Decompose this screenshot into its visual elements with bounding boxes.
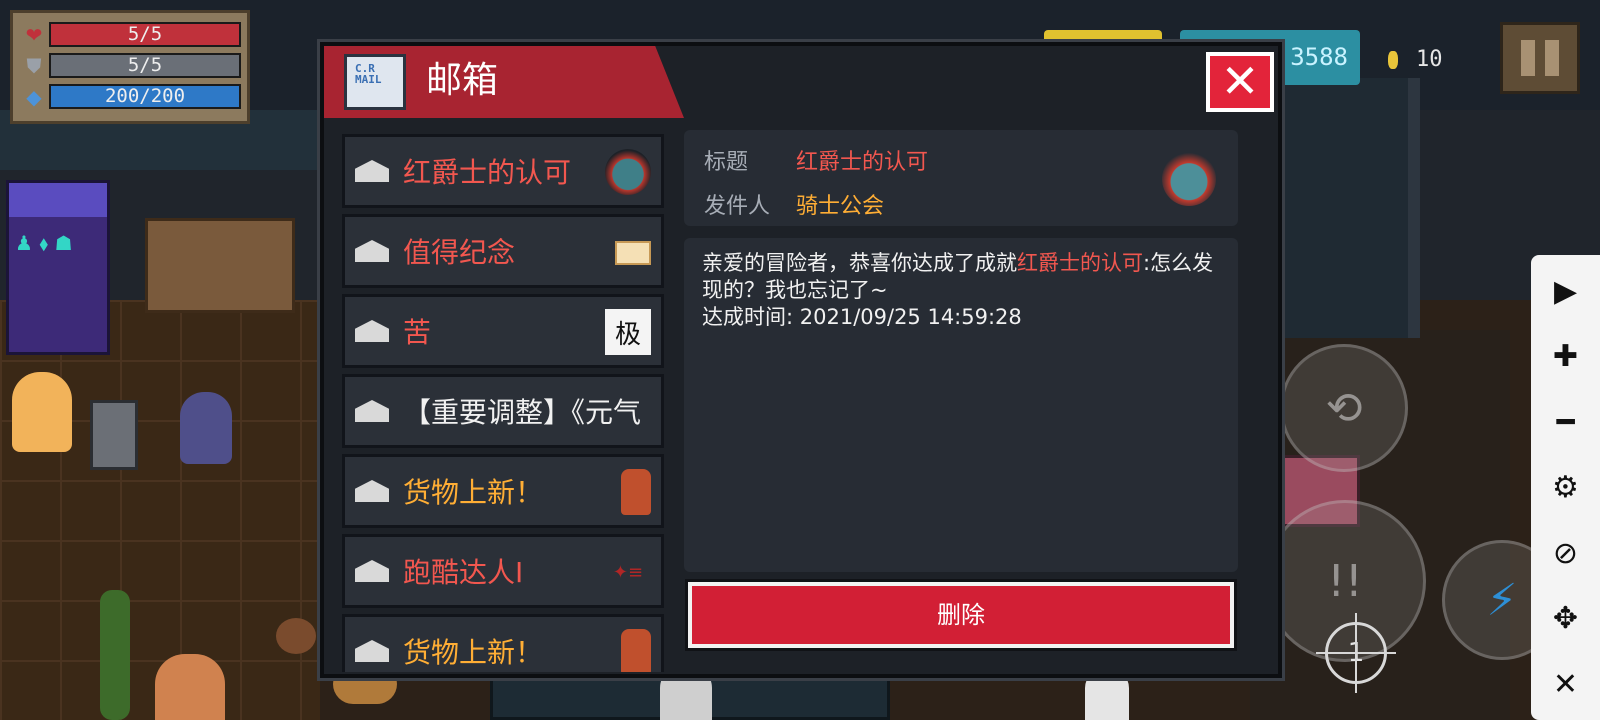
title-label: 标题 xyxy=(704,150,749,175)
body-text: 亲爱的冒险者，恭喜你达成了成就 xyxy=(702,251,1017,275)
card-icon xyxy=(615,241,651,265)
mailbox-title: 邮箱 xyxy=(426,60,499,101)
crosshair-number: 1 xyxy=(1347,638,1365,668)
shield-icon: ⛊ xyxy=(26,53,42,78)
body-highlight: 红爵士的认可 xyxy=(1017,251,1143,275)
attack-icon: !! xyxy=(1327,555,1363,607)
mail-item[interactable]: 货物上新！ xyxy=(342,454,664,528)
pause-icon-bar xyxy=(1545,40,1559,76)
open-envelope-icon xyxy=(355,160,389,182)
open-envelope-icon xyxy=(355,240,389,262)
mail-envelope-icon: C.R MAIL xyxy=(344,54,406,110)
text-tile-icon: 极 xyxy=(605,309,651,355)
open-envelope-icon xyxy=(355,640,389,662)
heart-icon: ❤ xyxy=(25,22,43,47)
pause-button[interactable] xyxy=(1500,22,1580,94)
move-icon[interactable]: ✥ xyxy=(1536,591,1596,647)
armor-text: 5/5 xyxy=(127,54,163,76)
vending-icons: ♟ ⬧ ☗ xyxy=(15,231,73,255)
gems-value: 3588 xyxy=(1290,43,1348,71)
mail-item[interactable]: 值得纪念 xyxy=(342,214,664,288)
armor-stat: ⛊ 5/5 xyxy=(19,50,241,81)
shop-shelf xyxy=(145,218,295,313)
vending-sign xyxy=(9,183,107,217)
mailbox-header: C.R MAIL 邮箱 xyxy=(324,46,684,118)
npc-bottom-left xyxy=(155,654,225,720)
energy-stat: ◆ 200/200 xyxy=(19,81,241,112)
open-envelope-icon xyxy=(355,320,389,342)
achieved-time: 达成时间: 2021/09/25 14:59:28 xyxy=(702,305,1022,329)
energy-bar: 200/200 xyxy=(49,84,241,109)
lightning-icon: ⚡ xyxy=(1486,574,1518,626)
sender-label: 发件人 xyxy=(704,194,771,219)
open-envelope-icon xyxy=(355,480,389,502)
floor-left xyxy=(0,300,320,720)
runner-icon: ✦≡ xyxy=(612,561,644,583)
plant xyxy=(100,590,130,720)
character-icon xyxy=(621,629,651,672)
open-envelope-icon xyxy=(355,560,389,582)
pause-icon-bar xyxy=(1521,40,1535,76)
armor-bar: 5/5 xyxy=(49,53,241,78)
hp-text: 5/5 xyxy=(127,23,163,45)
delete-label: 删除 xyxy=(937,601,985,629)
coin-icon xyxy=(1388,51,1398,69)
helm-icon xyxy=(605,149,651,195)
zoom-out-icon[interactable]: ━ xyxy=(1536,394,1596,450)
title-value: 红爵士的认可 xyxy=(796,150,929,175)
mail-body: 亲爱的冒险者，恭喜你达成了成就红爵士的认可:怎么发现的？我也忘记了~ 达成时间:… xyxy=(684,238,1238,572)
thumb-text: 极 xyxy=(614,319,641,350)
mail-subject: 【重要调整】《元气 xyxy=(403,396,642,429)
crosshair-icon[interactable]: 1 xyxy=(1316,613,1396,693)
open-envelope-icon xyxy=(355,400,389,422)
close-icon: ✕ xyxy=(1220,54,1260,108)
delete-button[interactable]: 删除 xyxy=(688,582,1234,648)
zoom-in-icon[interactable]: ✚ xyxy=(1536,329,1596,385)
hide-icon[interactable]: ⊘ xyxy=(1536,525,1596,581)
close-button[interactable]: ✕ xyxy=(1206,52,1274,112)
diamond-icon: ◆ xyxy=(26,84,42,109)
mail-item[interactable]: 货物上新！ xyxy=(342,614,664,672)
bowl xyxy=(276,618,316,654)
mailbox-dialog: C.R MAIL 邮箱 ✕ 红爵士的认可 值得纪念苦极【重要调整】《元气 货物上新！… xyxy=(320,42,1282,678)
overlay-toolbar: ▶ ✚ ━ ⚙ ⊘ ✥ ✕ xyxy=(1531,255,1600,720)
mail-meta: 标题 红爵士的认可 发件人 骑士公会 xyxy=(684,130,1238,226)
envelope-label: C.R MAIL xyxy=(355,62,382,86)
close-icon[interactable]: ✕ xyxy=(1536,656,1596,712)
weapon-switch-button[interactable]: ⟲ xyxy=(1280,344,1408,472)
vending-machine: ♟ ⬧ ☗ xyxy=(6,180,110,355)
mail-item[interactable]: 红爵士的认可 xyxy=(342,134,664,208)
npc-girl xyxy=(12,372,72,452)
mail-item[interactable]: 苦极 xyxy=(342,294,664,368)
gear-icon[interactable]: ⚙ xyxy=(1536,460,1596,516)
swap-icon: ⟲ xyxy=(1325,382,1363,434)
mail-item[interactable]: 【重要调整】《元气 xyxy=(342,374,664,448)
player-stats-panel: ❤ 5/5 ⛊ 5/5 ◆ 200/200 xyxy=(10,10,250,124)
play-icon[interactable]: ▶ xyxy=(1536,263,1596,319)
robot-npc xyxy=(90,400,138,470)
mail-item[interactable]: 跑酷达人I ✦≡ xyxy=(342,534,664,608)
npc-demon xyxy=(180,392,232,464)
red-knight-helm-icon xyxy=(1162,152,1216,206)
hp-bar: 5/5 xyxy=(49,22,241,47)
hp-stat: ❤ 5/5 xyxy=(19,19,241,50)
coin-counter: 10 xyxy=(1374,38,1484,82)
energy-text: 200/200 xyxy=(104,85,186,107)
mail-list[interactable]: 红爵士的认可 值得纪念苦极【重要调整】《元气 货物上新！ 跑酷达人I ✦≡ 货物上新！ xyxy=(342,134,664,672)
coin-value: 10 xyxy=(1416,47,1443,72)
character-icon xyxy=(621,469,651,515)
sender-value: 骑士公会 xyxy=(796,194,885,219)
